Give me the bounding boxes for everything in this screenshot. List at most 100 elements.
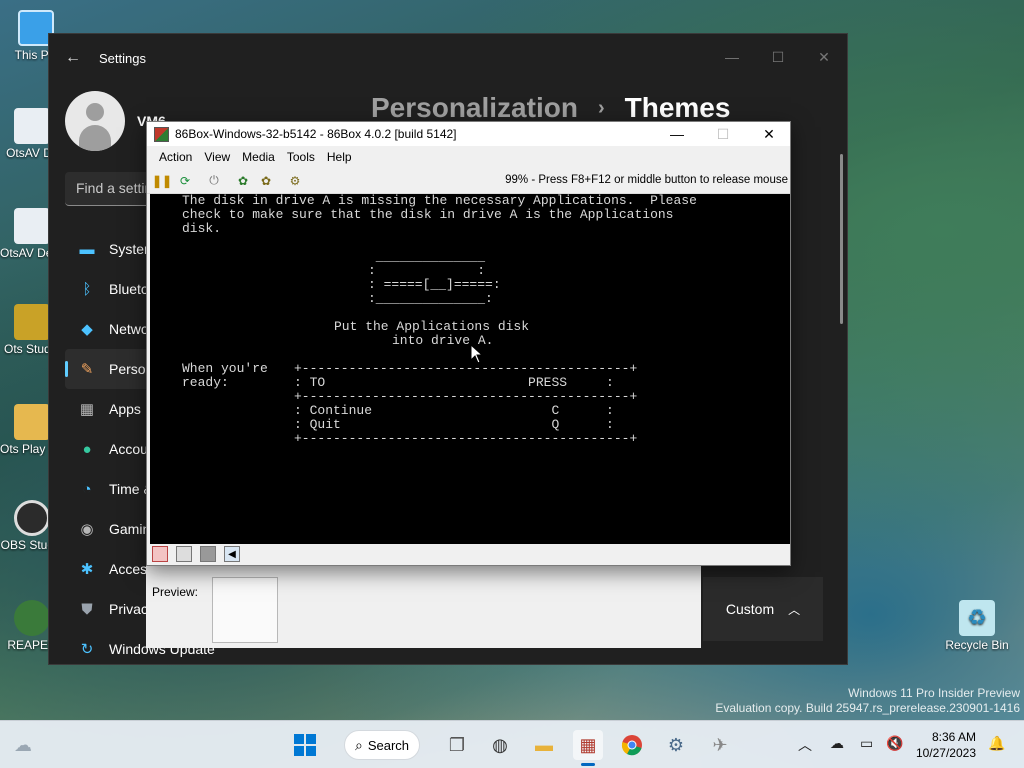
- menu-view[interactable]: View: [198, 148, 236, 166]
- minimize-button[interactable]: —: [709, 42, 755, 72]
- chevron-right-icon: ›: [597, 96, 605, 119]
- settings-title: Settings: [99, 50, 146, 66]
- avatar: [65, 91, 125, 151]
- minimize-button[interactable]: —: [654, 122, 700, 146]
- watermark-line-2: Evaluation copy. Build 25947.rs_prerelea…: [715, 701, 1020, 715]
- cloud-sync-icon[interactable]: ☁: [830, 735, 844, 752]
- screen-line: Put the Applications disk: [334, 319, 530, 334]
- network-tray-icon[interactable]: ▭: [860, 735, 873, 752]
- desktop-icon-label: Recycle Bin: [945, 639, 1009, 652]
- breadcrumb-parent[interactable]: Personalization: [371, 92, 578, 124]
- screen-line: When you're: [182, 361, 268, 376]
- weather-icon[interactable]: ☁: [8, 730, 38, 760]
- recycle-bin-icon: ♻: [959, 600, 995, 636]
- apps-icon: ▦: [79, 401, 95, 418]
- 86box-app-icon: [154, 126, 169, 142]
- screen-line: :______________:: [368, 291, 493, 306]
- file-explorer-icon[interactable]: ▬: [529, 730, 559, 760]
- app-taskbar-icon[interactable]: ✈: [705, 730, 735, 760]
- maximize-button[interactable]: ☐: [755, 42, 801, 72]
- gamepad-icon: ◉: [80, 521, 94, 538]
- ctrl-alt-esc-icon[interactable]: ✿: [257, 172, 275, 190]
- windows-logo-icon: [294, 734, 316, 756]
- status-text: 99% - Press F8+F12 or middle button to r…: [505, 174, 788, 186]
- preview-box: [212, 577, 278, 643]
- search-label: Search: [367, 737, 410, 753]
- breadcrumb: Personalization › Themes: [371, 92, 730, 124]
- clock-time: 8:36 AM: [931, 730, 976, 744]
- screen-line: : TO PRESS :: [294, 375, 614, 390]
- screen-line: The disk in drive A is missing the neces…: [182, 193, 697, 208]
- taskbar-clock[interactable]: 8:36 AM 10/27/2023: [912, 729, 976, 761]
- task-view-icon[interactable]: ❐: [442, 730, 472, 760]
- box86-menubar: Action View Media Tools Help: [147, 146, 790, 168]
- chrome-icon[interactable]: [617, 730, 647, 760]
- scrollbar[interactable]: [840, 154, 843, 324]
- watermark-line-1: Windows 11 Pro Insider Preview: [848, 686, 1020, 700]
- bluetooth-icon: ᛒ: [82, 280, 92, 298]
- power-icon[interactable]: ⏻: [205, 172, 223, 190]
- close-button[interactable]: ✕: [746, 122, 792, 146]
- folder-icon: [14, 404, 50, 440]
- obs-taskbar-icon[interactable]: ◍: [485, 730, 515, 760]
- screen-line: ______________: [368, 249, 486, 264]
- settings-gear-icon[interactable]: ⚙: [286, 172, 304, 190]
- desktop-icon-recycle-bin[interactable]: ♻ Recycle Bin: [944, 600, 1010, 652]
- clock-date: 10/27/2023: [915, 746, 976, 760]
- update-icon: ↻: [80, 641, 94, 658]
- screen-line: disk.: [182, 221, 222, 236]
- mouse-cursor-icon: [470, 344, 484, 364]
- volume-muted-icon[interactable]: 🔇: [886, 735, 903, 752]
- custom-theme-dropdown[interactable]: Custom ︿: [703, 577, 823, 641]
- taskbar: ☁ ⌕ Search ❐ ◍ ▬ ▦ ⚙ ✈ ︿ ☁ ▭ 🔇 8:36 AM 1…: [0, 720, 1024, 768]
- hard-disk-icon[interactable]: [200, 546, 216, 562]
- speaker-icon[interactable]: ◀: [224, 546, 240, 562]
- dropdown-value: Custom: [725, 601, 775, 617]
- theme-dialog: Preview:: [146, 565, 701, 648]
- menu-media[interactable]: Media: [236, 148, 281, 166]
- screen-line: ready:: [182, 375, 229, 390]
- chevron-up-icon[interactable]: ︿: [798, 735, 812, 755]
- pause-icon[interactable]: ❚❚: [152, 172, 172, 190]
- penguin-icon: [14, 108, 50, 144]
- search-icon: ⌕: [355, 736, 363, 753]
- chevron-up-icon: ︿: [788, 602, 801, 617]
- person-icon: ●: [82, 440, 92, 458]
- box86-statusbar: ◀: [147, 543, 790, 565]
- preview-label: Preview:: [152, 585, 199, 599]
- screen-line: +---------------------------------------…: [294, 361, 638, 376]
- network-icon[interactable]: [176, 546, 192, 562]
- nav-item-label: Apps: [109, 401, 141, 417]
- taskbar-search[interactable]: ⌕ Search: [344, 730, 420, 760]
- brush-icon: ✎: [80, 361, 94, 378]
- screen-line: check to make sure that the disk in driv…: [182, 207, 674, 222]
- settings-taskbar-icon[interactable]: ⚙: [661, 730, 691, 760]
- shield-icon: ⛊: [81, 600, 93, 618]
- box86-toolbar: ❚❚ ⟳ ⏻ ✿ ✿ ⚙ 99% - Press F8+F12 or middl…: [147, 168, 790, 194]
- screen-line: +---------------------------------------…: [294, 431, 638, 446]
- emulator-screen[interactable]: The disk in drive A is missing the neces…: [150, 194, 790, 544]
- notification-bell-icon[interactable]: 🔔: [988, 735, 1005, 752]
- reaper-icon: [14, 600, 50, 636]
- 86box-taskbar-icon[interactable]: ▦: [573, 730, 603, 766]
- floppy-drive-icon[interactable]: [152, 546, 168, 562]
- screen-line: : Continue C :: [294, 403, 614, 418]
- menu-action[interactable]: Action: [153, 148, 198, 166]
- maximize-button: ☐: [716, 125, 730, 142]
- penguin-icon: [14, 208, 50, 244]
- menu-tools[interactable]: Tools: [281, 148, 321, 166]
- screen-line: : :: [368, 263, 486, 278]
- back-arrow-icon[interactable]: ←: [65, 49, 85, 67]
- monitor-icon: ▬: [79, 240, 95, 258]
- obs-icon: [14, 500, 50, 536]
- accessibility-icon: ✱: [80, 561, 94, 578]
- menu-help[interactable]: Help: [321, 148, 358, 166]
- close-button[interactable]: ✕: [801, 42, 847, 72]
- reset-icon[interactable]: ⟳: [176, 172, 194, 190]
- screen-line: +---------------------------------------…: [294, 389, 638, 404]
- wifi-icon: ◆: [81, 321, 93, 338]
- start-button[interactable]: [290, 730, 320, 760]
- screen-line: : =====[__]=====:: [368, 277, 501, 292]
- chrome-logo-icon: [621, 735, 642, 756]
- ctrl-alt-del-icon[interactable]: ✿: [234, 172, 252, 190]
